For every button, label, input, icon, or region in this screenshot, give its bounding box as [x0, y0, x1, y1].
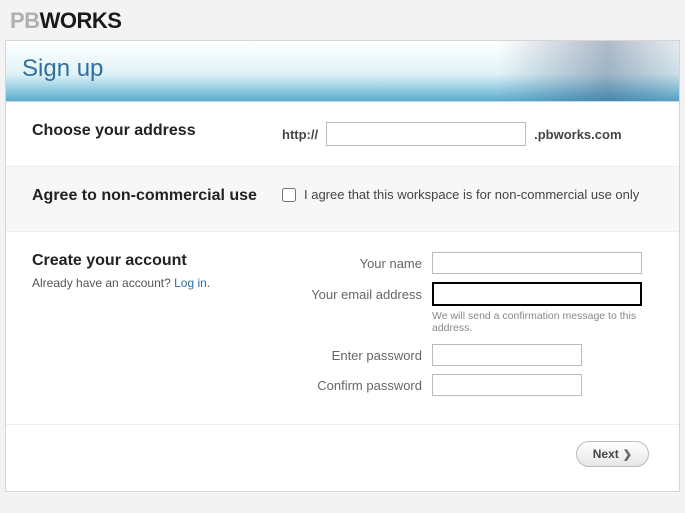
address-heading: Choose your address: [32, 122, 282, 140]
email-hint: We will send a confirmation message to t…: [432, 310, 653, 334]
agree-checkbox[interactable]: [282, 188, 296, 202]
footer: Next ❯: [6, 424, 679, 491]
subtext-suffix: .: [207, 276, 210, 290]
login-link[interactable]: Log in: [174, 276, 207, 290]
confirm-input[interactable]: [432, 374, 582, 396]
section-address: Choose your address http:// .pbworks.com: [6, 102, 679, 167]
name-input[interactable]: [432, 252, 642, 274]
chevron-right-icon: ❯: [623, 448, 632, 461]
signup-panel: Sign up Choose your address http:// .pbw…: [5, 40, 680, 492]
account-subtext: Already have an account? Log in.: [32, 276, 282, 290]
password-input[interactable]: [432, 344, 582, 366]
email-label: Your email address: [282, 287, 422, 302]
email-input[interactable]: [432, 282, 642, 306]
brand-part1: PB: [10, 8, 40, 33]
account-heading: Create your account: [32, 252, 282, 270]
agreement-heading: Agree to non-commercial use: [32, 187, 282, 205]
confirm-label: Confirm password: [282, 378, 422, 393]
subtext-prefix: Already have an account?: [32, 276, 174, 290]
address-suffix: .pbworks.com: [534, 127, 621, 142]
next-button[interactable]: Next ❯: [576, 441, 649, 467]
page-title: Sign up: [6, 41, 679, 102]
password-label: Enter password: [282, 348, 422, 363]
brand-logo: PBWORKS: [0, 0, 685, 40]
brand-part2: WORKS: [40, 8, 122, 33]
section-agreement: Agree to non-commercial use I agree that…: [6, 167, 679, 232]
section-account: Create your account Already have an acco…: [6, 232, 679, 424]
next-label: Next: [593, 447, 619, 461]
address-input[interactable]: [326, 122, 526, 146]
name-label: Your name: [282, 256, 422, 271]
address-prefix: http://: [282, 127, 318, 142]
agree-label: I agree that this workspace is for non-c…: [304, 187, 639, 202]
